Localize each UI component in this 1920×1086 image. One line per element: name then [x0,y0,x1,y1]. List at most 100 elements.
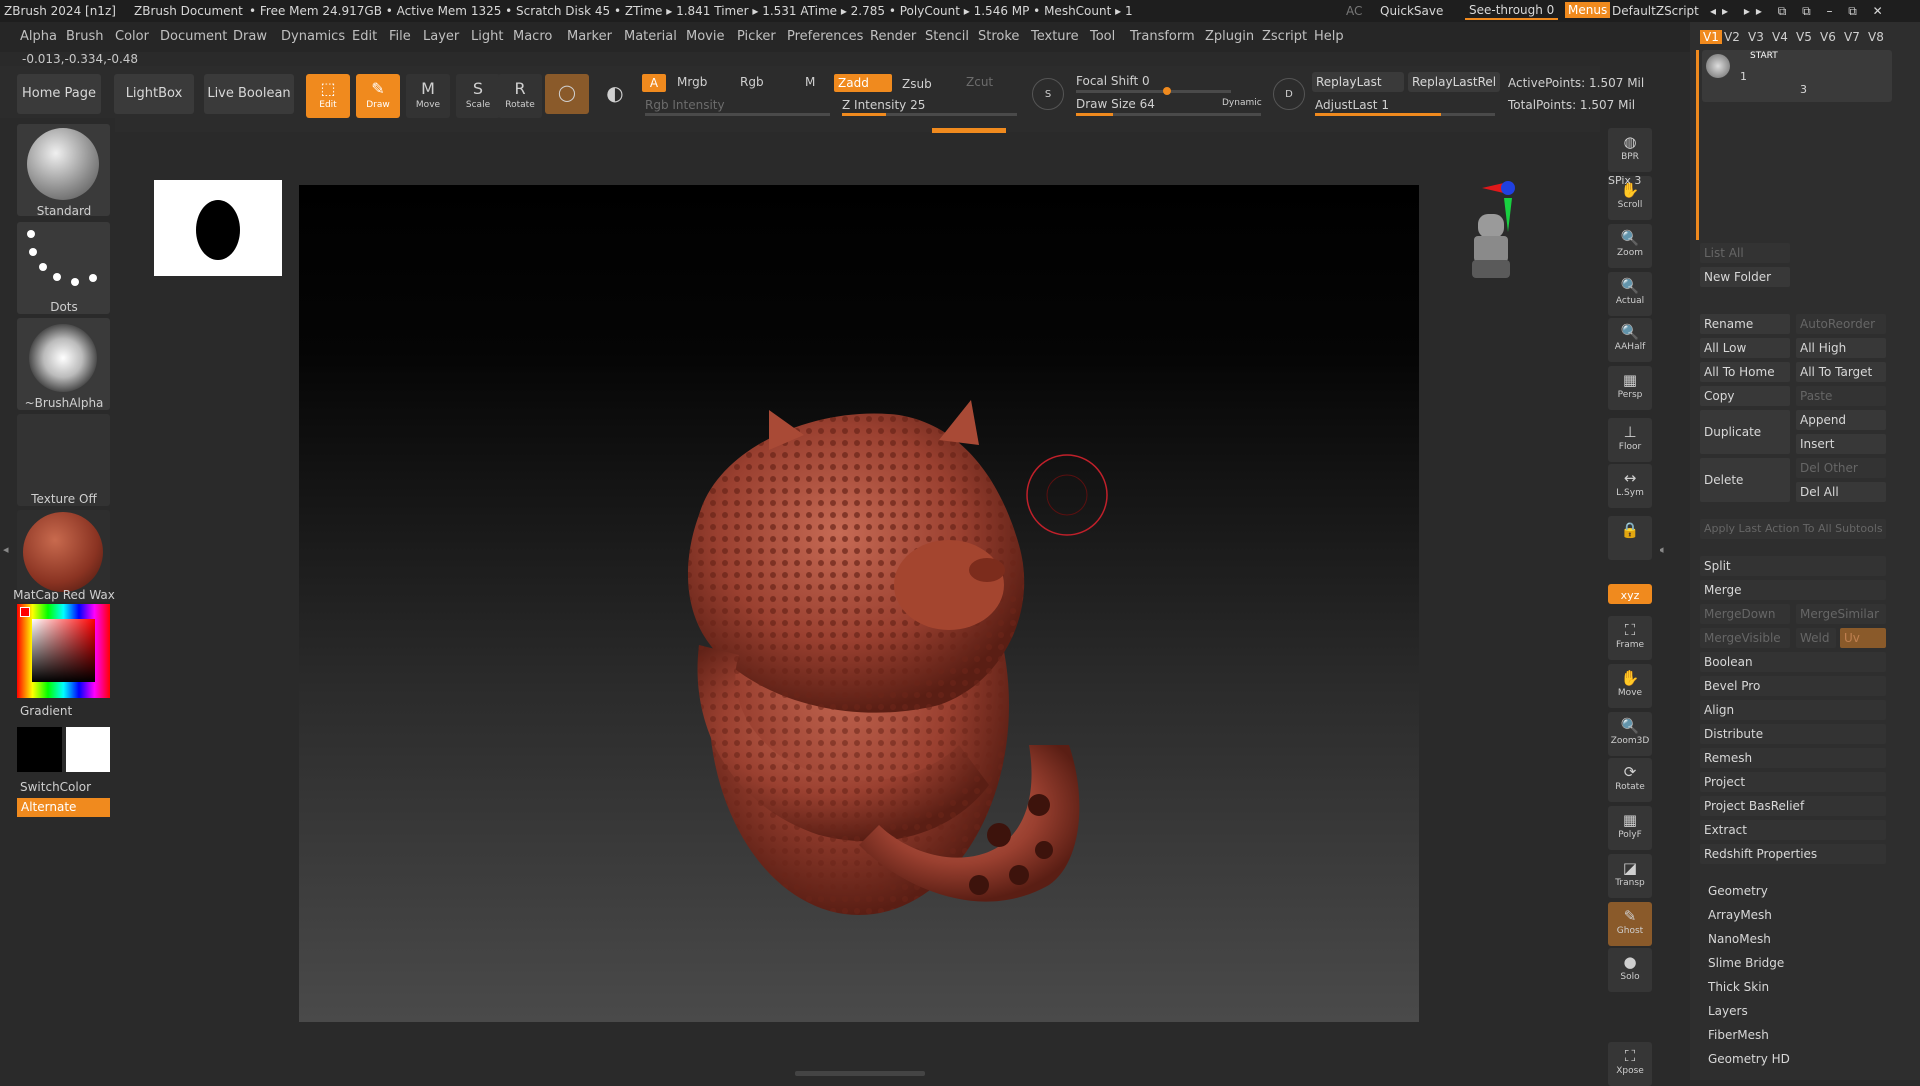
window-controls[interactable]: ◂▸ ▸▸ ⧉ ⧉ – ⧉ ✕ [1710,4,1889,19]
zcut-toggle[interactable]: Zcut [966,75,993,89]
adjust-d-icon[interactable]: D [1273,78,1305,110]
menu-item-picker[interactable]: Picker [737,29,776,44]
all-low-button[interactable]: All Low [1700,338,1790,358]
weld-button[interactable]: Weld [1796,628,1836,648]
adjust-last-slider[interactable]: AdjustLast 1 [1315,98,1389,112]
all-to-home-button[interactable]: All To Home [1700,362,1790,382]
auto-reorder-button[interactable]: AutoReorder [1796,314,1886,334]
z-intensity-track[interactable] [842,113,1017,116]
axis-gizmo[interactable] [1468,170,1548,310]
edit-tool-button[interactable]: ⬚ Edit [306,74,350,118]
tool-menu-geometry[interactable]: Geometry [1708,884,1768,898]
navigation-thumbnail[interactable] [154,180,282,276]
version-tab-v8[interactable]: V8 [1868,30,1884,44]
menu-item-stroke[interactable]: Stroke [978,29,1019,44]
replay-last-button[interactable]: ReplayLast [1312,72,1404,92]
menu-item-document[interactable]: Document [160,29,227,44]
secondary-color-swatch[interactable] [66,727,110,772]
persp-button[interactable]: ▦ Persp [1608,366,1652,410]
brush-thumbnail[interactable] [17,124,110,216]
rgb-toggle[interactable]: Rgb [740,75,764,89]
subtool-item-redshift-properties[interactable]: Redshift Properties [1700,844,1886,864]
menu-item-light[interactable]: Light [471,29,503,44]
color-picker[interactable] [17,604,110,698]
quicksave-button[interactable]: QuickSave [1380,4,1443,18]
tool-menu-layers[interactable]: Layers [1708,1004,1748,1018]
subtool-item-distribute[interactable]: Distribute [1700,724,1886,744]
solo-button[interactable]: ● Solo [1608,948,1652,992]
menu-item-material[interactable]: Material [624,29,677,44]
zsub-toggle[interactable]: Zsub [902,77,932,91]
delete-button[interactable]: Delete [1700,458,1790,502]
menu-item-brush[interactable]: Brush [66,29,104,44]
gyro-sphere-icon[interactable]: ◐ [595,74,635,114]
menu-item-zscript[interactable]: Zscript [1262,29,1307,44]
see-through-slider[interactable]: See-through 0 [1465,2,1559,20]
tool-menu-thick-skin[interactable]: Thick Skin [1708,980,1769,994]
version-tab-v5[interactable]: V5 [1796,30,1812,44]
dynamic-toggle[interactable]: Dynamic [1222,98,1262,108]
alternate-button[interactable]: Alternate [17,798,110,817]
a-toggle[interactable]: A [642,74,666,92]
menu-item-zplugin[interactable]: Zplugin [1205,29,1254,44]
subtool-item-project-basrelief[interactable]: Project BasRelief [1700,796,1886,816]
menu-item-alpha[interactable]: Alpha [20,29,57,44]
tool-menu-nanomesh[interactable]: NanoMesh [1708,932,1771,946]
insert-button[interactable]: Insert [1796,434,1886,454]
menu-item-color[interactable]: Color [115,29,149,44]
version-tab-v3[interactable]: V3 [1748,30,1764,44]
material-sphere-icon[interactable]: ◯ [545,74,589,114]
zadd-toggle[interactable]: Zadd [834,74,892,92]
rename-button[interactable]: Rename [1700,314,1790,334]
mrgb-toggle[interactable]: Mrgb [677,75,707,89]
menu-item-marker[interactable]: Marker [567,29,612,44]
tool-menu-fibermesh[interactable]: FiberMesh [1708,1028,1769,1042]
menu-item-layer[interactable]: Layer [423,29,459,44]
actual-button[interactable]: 🔍 Actual [1608,272,1652,316]
polyf-button[interactable]: ▦ PolyF [1608,806,1652,850]
del-all-button[interactable]: Del All [1796,482,1886,502]
rgb-intensity-slider[interactable]: Rgb Intensity [645,98,725,112]
subtool-item-extract[interactable]: Extract [1700,820,1886,840]
paste-button[interactable]: Paste [1796,386,1886,406]
subtool-scrollbar[interactable] [1696,50,1699,240]
z-intensity-slider[interactable]: Z Intensity 25 [842,98,925,112]
switch-color-button[interactable]: SwitchColor [20,780,128,794]
xpose-button[interactable]: ⛶ Xpose [1608,1042,1652,1086]
duplicate-button[interactable]: Duplicate [1700,410,1790,454]
del-other-button[interactable]: Del Other [1796,458,1886,478]
append-button[interactable]: Append [1796,410,1886,430]
aahalf-button[interactable]: 🔍 AAHalf [1608,318,1652,362]
menu-item-macro[interactable]: Macro [513,29,552,44]
ghost-button[interactable]: ✎ Ghost [1608,902,1652,946]
adjust-last-track[interactable] [1315,113,1495,116]
version-tab-v1[interactable]: V1 [1700,30,1722,44]
copy-button[interactable]: Copy [1700,386,1790,406]
menu-item-help[interactable]: Help [1314,29,1344,44]
move3d-button[interactable]: ✋ Move [1608,664,1652,708]
color-square[interactable] [32,619,95,682]
subtool-item-align[interactable]: Align [1700,700,1886,720]
split-section[interactable]: Split [1700,556,1886,576]
zoom-button[interactable]: 🔍 Zoom [1608,224,1652,268]
bottom-tray-handle[interactable] [795,1071,925,1076]
lsym-button[interactable]: ↔ L.Sym [1608,464,1652,508]
menu-item-edit[interactable]: Edit [352,29,377,44]
menu-item-texture[interactable]: Texture [1031,29,1079,44]
menu-item-dynamics[interactable]: Dynamics [281,29,345,44]
focal-shift-track[interactable] [1076,90,1231,93]
draw-tool-button[interactable]: ✎ Draw [356,74,400,118]
move-tool-button[interactable]: M Move [406,74,450,118]
m-toggle[interactable]: M [805,75,815,89]
default-zscript-button[interactable]: DefaultZScript [1612,4,1699,18]
lock-button[interactable]: 🔒 [1608,516,1652,560]
tool-menu-geometry-hd[interactable]: Geometry HD [1708,1052,1790,1066]
menu-item-preferences[interactable]: Preferences [787,29,863,44]
subtool-item-project[interactable]: Project [1700,772,1886,792]
version-tab-v2[interactable]: V2 [1724,30,1740,44]
rgb-intensity-track[interactable] [645,113,830,116]
home-page-button[interactable]: Home Page [17,74,101,114]
menu-item-transform[interactable]: Transform [1130,29,1195,44]
tool-menu-slime-bridge[interactable]: Slime Bridge [1708,956,1784,970]
rotate3d-button[interactable]: ⟳ Rotate [1608,758,1652,802]
